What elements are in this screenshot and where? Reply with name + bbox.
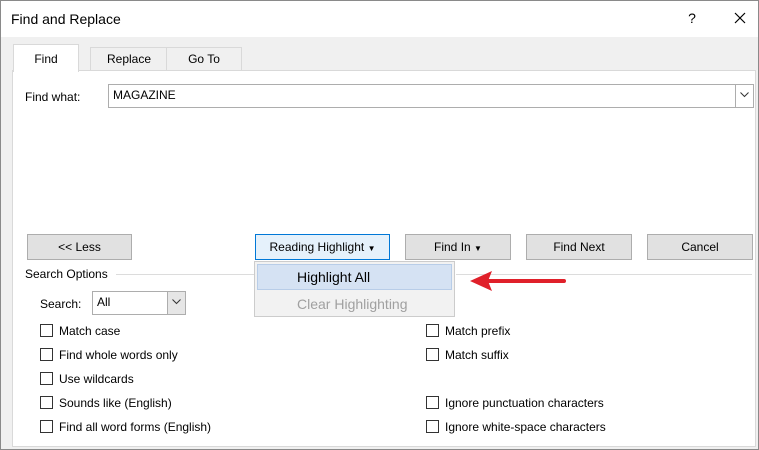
match-suffix-label: Match suffix [445,348,509,362]
find-what-input[interactable]: MAGAZINE [108,84,754,108]
clear-highlighting-label: Clear Highlighting [297,296,408,312]
match-case-label: Match case [59,324,121,338]
word-forms-checkbox[interactable] [40,420,53,433]
tab-find-label: Find [34,52,58,66]
search-options-heading: Search Options [25,267,108,281]
find-what-value: MAGAZINE [113,88,176,102]
tab-find[interactable]: Find [13,44,79,72]
tab-goto[interactable]: Go To [166,47,242,71]
tab-replace[interactable]: Replace [90,47,168,71]
chevron-down-icon [740,92,749,98]
match-case-checkbox[interactable] [40,324,53,337]
help-button[interactable]: ? [675,3,709,33]
ignore-punctuation-label: Ignore punctuation characters [445,396,604,410]
whole-words-label: Find whole words only [59,348,178,362]
whole-words-checkbox[interactable] [40,348,53,361]
group-divider [116,274,254,275]
close-button[interactable] [723,3,757,33]
find-what-label: Find what: [25,90,81,104]
match-suffix-checkbox[interactable] [426,348,439,361]
tab-replace-label: Replace [106,52,152,66]
ignore-whitespace-label: Ignore white-space characters [445,420,606,434]
sounds-like-label: Sounds like (English) [59,396,172,410]
reading-highlight-label: Reading Highlight [269,240,365,254]
search-label: Search: [40,297,82,311]
cancel-button[interactable]: Cancel [647,234,753,260]
find-what-dropdown[interactable] [735,85,753,107]
find-in-label: Find In [434,240,471,254]
match-prefix-checkbox[interactable] [426,324,439,337]
wildcards-checkbox[interactable] [40,372,53,385]
ignore-punctuation-checkbox[interactable] [426,396,439,409]
title-bar: Find and Replace ? [1,1,758,37]
tab-goto-label: Go To [188,52,220,66]
sounds-like-checkbox[interactable] [40,396,53,409]
search-direction-dropdown[interactable] [167,292,185,314]
close-icon [734,12,746,24]
ignore-whitespace-checkbox[interactable] [426,420,439,433]
wildcards-label: Use wildcards [59,372,134,386]
less-button[interactable]: << Less [27,234,132,260]
match-prefix-label: Match prefix [445,324,511,338]
reading-highlight-menu: Highlight All Clear Highlighting [254,261,455,317]
find-in-button[interactable]: Find In ▼ [405,234,511,260]
menu-item-clear-highlighting: Clear Highlighting [257,291,452,317]
menu-item-highlight-all[interactable]: Highlight All [257,264,452,290]
caret-down-icon: ▼ [474,244,482,253]
search-direction-select[interactable]: All [92,291,186,315]
chevron-down-icon [172,299,181,305]
reading-highlight-button[interactable]: Reading Highlight ▼ [255,234,390,260]
find-next-button[interactable]: Find Next [526,234,632,260]
search-direction-value: All [97,295,111,309]
highlight-all-label: Highlight All [297,269,371,285]
word-forms-label: Find all word forms (English) [59,420,212,434]
annotation-arrow-icon [470,271,566,291]
window-title: Find and Replace [11,11,121,27]
caret-down-icon: ▼ [367,244,376,253]
